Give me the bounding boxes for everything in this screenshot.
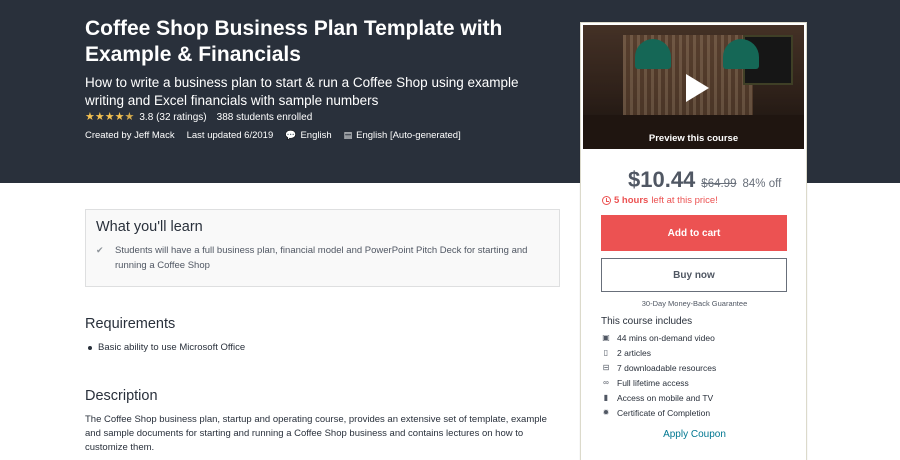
learn-item-text: Students will have a full business plan,… — [115, 245, 528, 271]
course-title: Coffee Shop Business Plan Template with … — [85, 17, 503, 66]
timer-hours: 5 hours — [614, 195, 649, 206]
includes-item: ✹ Certificate of Completion — [601, 405, 716, 420]
includes-item: ⊟ 7 downloadable resources — [601, 360, 717, 375]
includes-item: ▮ Access on mobile and TV — [601, 390, 716, 405]
requirement-text: Basic ability to use Microsoft Office — [98, 342, 246, 353]
play-icon[interactable] — [678, 71, 712, 105]
includes-item-label: Full lifetime access — [617, 377, 689, 388]
includes-item-label: 44 mins on-demand video — [617, 332, 715, 343]
closed-captions-icon: ▤ — [343, 130, 353, 140]
star-icon: ★ — [114, 111, 125, 123]
learn-item: ✔ Students will have a full business pla… — [96, 243, 551, 273]
rating-row: ★ ★ ★ ★ ★ 3.8 (32 ratings) 388 students … — [85, 112, 313, 124]
instructor-credit[interactable]: Created by Jeff Mack — [85, 130, 175, 141]
discount-percent: 84% off — [742, 178, 782, 190]
certificate-icon: ✹ — [602, 408, 610, 417]
half-star-icon: ★ — [124, 111, 135, 123]
description-text: The Coffee Shop business plan, startup a… — [85, 414, 547, 453]
what-you-will-learn: What you'll learn ✔ Students will have a… — [85, 209, 560, 287]
description-title: Description — [85, 388, 158, 404]
apply-coupon-link[interactable]: Apply Coupon — [581, 429, 808, 440]
includes-list: ▣ 44 mins on-demand video ▯ 2 articles ⊟… — [601, 330, 716, 420]
star-icon: ★ — [104, 111, 115, 123]
ratings-count-link[interactable]: (32 ratings) — [156, 112, 207, 123]
star-icon: ★ — [94, 111, 105, 123]
infinity-icon: ∞ — [603, 378, 609, 387]
alarm-clock-icon — [602, 196, 611, 205]
star-icon: ★ — [85, 111, 95, 123]
course-preview-video[interactable]: Preview this course — [583, 25, 804, 149]
language-label: English — [300, 130, 332, 141]
purchase-sidebar: Preview this course $10.44 $64.99 84% of… — [580, 22, 807, 460]
video-icon: ▣ — [602, 333, 610, 342]
requirement-item: Basic ability to use Microsoft Office — [88, 342, 245, 353]
requirements-list: Basic ability to use Microsoft Office — [88, 342, 245, 353]
includes-title: This course includes — [601, 316, 693, 327]
speech-bubble-icon: 💬 — [285, 130, 297, 140]
current-price: $10.44 — [628, 167, 696, 192]
preview-label: Preview this course — [648, 133, 739, 144]
course-meta: Created by Jeff Mack Last updated 6/2019… — [85, 130, 473, 141]
money-back-guarantee: 30-Day Money-Back Guarantee — [641, 299, 748, 308]
bullet-icon — [88, 345, 92, 350]
language: 💬 English — [285, 130, 331, 141]
includes-item: ▣ 44 mins on-demand video — [601, 330, 716, 345]
includes-item-label: 7 downloadable resources — [617, 362, 717, 373]
includes-item: ▯ 2 articles — [601, 345, 716, 360]
price-row: $10.44 $64.99 84% off — [628, 167, 781, 193]
add-to-cart-button[interactable]: Add to cart — [601, 215, 787, 251]
requirements-title: Requirements — [85, 316, 176, 332]
file-icon: ▯ — [603, 348, 609, 357]
original-price: $64.99 — [701, 178, 737, 190]
includes-item-label: 2 articles — [617, 347, 652, 358]
learn-title: What you'll learn — [96, 219, 203, 235]
check-icon: ✔ — [96, 245, 104, 255]
includes-item-label: Certificate of Completion — [617, 407, 711, 418]
buy-now-button[interactable]: Buy now — [601, 258, 787, 292]
timer-text: left at this price! — [651, 195, 718, 206]
rating-stars: ★ ★ ★ ★ ★ — [85, 112, 134, 123]
course-subtitle: How to write a business plan to start & … — [85, 75, 519, 108]
mobile-icon: ▮ — [603, 393, 609, 402]
price-timer: 5 hours left at this price! — [602, 195, 718, 206]
download-icon: ⊟ — [602, 363, 610, 372]
enrolled-count: 388 students enrolled — [216, 112, 313, 123]
includes-item: ∞ Full lifetime access — [601, 375, 716, 390]
rating-value: 3.8 — [139, 112, 154, 123]
includes-item-label: Access on mobile and TV — [617, 392, 714, 403]
captions-label: English [Auto-generated] — [356, 130, 461, 141]
last-updated: Last updated 6/2019 — [186, 130, 274, 141]
captions: ▤ English [Auto-generated] — [344, 130, 461, 141]
